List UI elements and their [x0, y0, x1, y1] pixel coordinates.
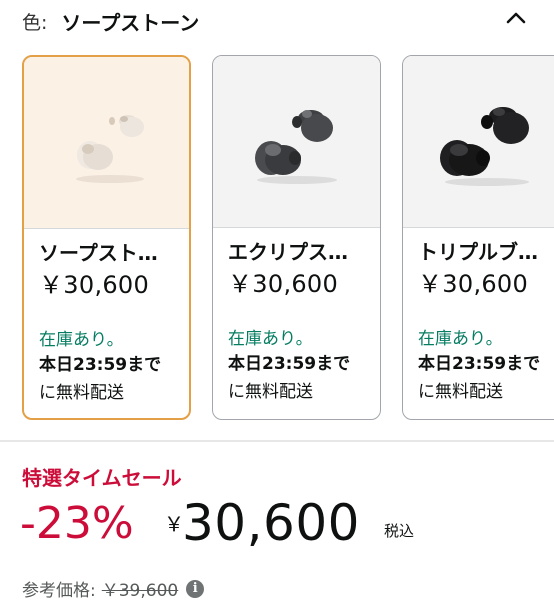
stock-status: 在庫あり。 — [39, 330, 124, 350]
variant-card-eclipse[interactable]: エクリプス… ￥30,600 在庫あり。 本日23:59まで に無料配送 — [212, 55, 381, 420]
price-amount: 30,600 — [182, 494, 360, 552]
discount-percentage: -23% — [20, 498, 134, 549]
chevron-up-icon[interactable] — [504, 6, 528, 30]
product-image — [24, 57, 189, 229]
variant-title: ソープスト… — [39, 241, 158, 265]
delivery-deadline: 本日23:59まで — [418, 354, 541, 374]
deal-badge: 特選タイムセール — [22, 466, 182, 490]
variant-title: トリプルブ… — [418, 240, 538, 264]
reference-price: ￥39,600 — [101, 581, 179, 600]
delivery-note: に無料配送 — [39, 383, 124, 403]
product-image — [213, 56, 380, 228]
reference-price-row: 参考価格: ￥39,600 i — [22, 576, 205, 600]
color-label: 色: — [22, 11, 48, 34]
delivery-note: に無料配送 — [228, 382, 313, 402]
color-selector-row: 色: ソープストーン — [22, 6, 199, 36]
variant-price: ￥30,600 — [418, 270, 529, 298]
variant-price: ￥30,600 — [39, 271, 150, 299]
variant-card-triple-black[interactable]: トリプルブ… ￥30,600 在庫あり。 本日23:59まで に無料配送 — [402, 55, 554, 420]
product-image — [403, 56, 554, 228]
delivery-deadline: 本日23:59まで — [228, 354, 351, 374]
stock-status: 在庫あり。 — [228, 329, 313, 349]
selected-color-value: ソープストーン — [61, 10, 200, 35]
variant-carousel[interactable]: ソープスト… ￥30,600 在庫あり。 本日23:59まで に無料配送 エクリ… — [22, 55, 554, 420]
delivery-info: 本日23:59まで に無料配送 — [418, 350, 554, 406]
reference-price-label: 参考価格: — [22, 581, 96, 600]
delivery-info: 本日23:59まで に無料配送 — [228, 350, 378, 406]
variant-price: ￥30,600 — [228, 270, 339, 298]
delivery-deadline: 本日23:59まで — [39, 355, 162, 375]
delivery-info: 本日23:59まで に無料配送 — [39, 351, 189, 407]
variant-title: エクリプス… — [228, 240, 348, 264]
section-divider — [0, 440, 554, 442]
info-icon[interactable]: i — [186, 579, 205, 598]
variant-card-soapstone[interactable]: ソープスト… ￥30,600 在庫あり。 本日23:59まで に無料配送 — [22, 55, 191, 420]
delivery-note: に無料配送 — [418, 382, 503, 402]
tax-label: 税込 — [384, 522, 415, 540]
currency-symbol: ￥ — [164, 512, 184, 536]
stock-status: 在庫あり。 — [418, 329, 503, 349]
